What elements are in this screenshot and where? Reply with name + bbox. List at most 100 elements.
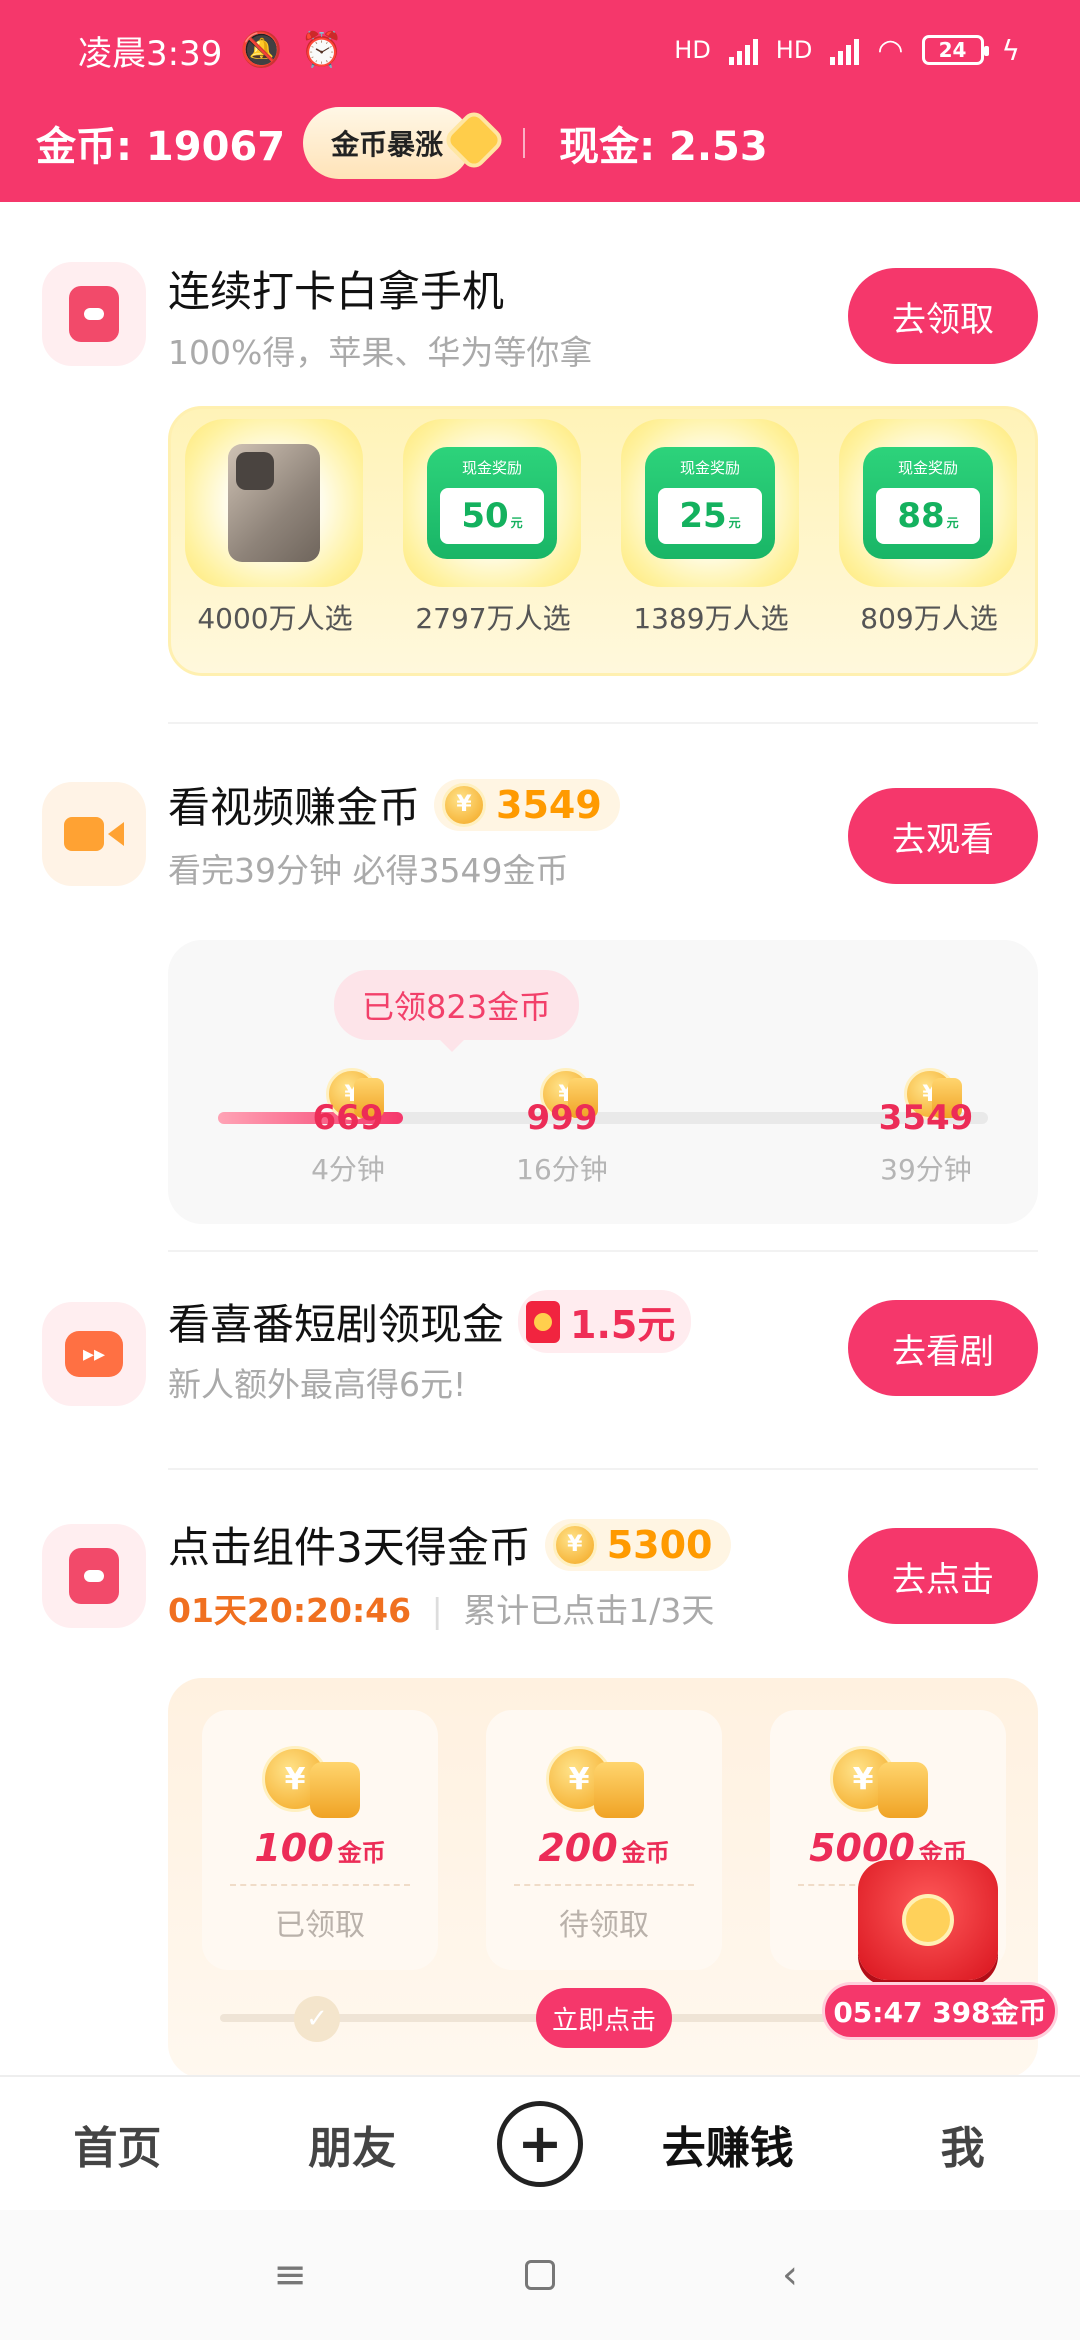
milestone-value: 3549: [878, 1098, 974, 1138]
gift-box-icon: [42, 1524, 146, 1628]
task-checkin: 连续打卡白拿手机 100%得，苹果、华为等你拿 去领取 4000万人选 现金奖励…: [0, 202, 1080, 722]
back-icon[interactable]: ‹: [770, 2252, 810, 2298]
prize-votes: 2797万人选: [415, 602, 571, 635]
prize-options: 4000万人选 现金奖励 50 元 2797万人选 现金奖励 25 元 1389万人…: [168, 406, 1038, 676]
cash-label: 现金奖励: [679, 459, 740, 477]
tab-earn[interactable]: 去赚钱: [638, 2112, 818, 2176]
coin-stack-icon: ¥: [202, 1736, 438, 1826]
header-divider: [523, 128, 526, 158]
milestone-time: 4分钟: [311, 1153, 385, 1186]
watch-button[interactable]: 去观看: [848, 788, 1038, 884]
claimed-bubble: 已领823金币: [334, 970, 580, 1052]
reward-amount: 200: [538, 1826, 618, 1870]
top-header: 凌晨3:39 🔕 ⏰ HD HD ◠ 24 ϟ 金币: 19067 金币暴涨 现…: [0, 0, 1080, 202]
cash-reward-value: 1.5元: [570, 1303, 676, 1347]
countdown-timer: 01天20:20:46: [168, 1591, 412, 1630]
tab-me[interactable]: 我: [873, 2112, 1053, 2176]
cash-unit: 元: [728, 515, 741, 530]
coin-stack-icon: ¥: [486, 1736, 722, 1826]
click-widget-button[interactable]: 去点击: [848, 1528, 1038, 1624]
prize-cash-88[interactable]: 现金奖励 88 元 809万人选: [839, 419, 1019, 637]
milestone-2: ¥ 999 16分钟: [502, 1068, 622, 1188]
prize-votes: 1389万人选: [633, 602, 789, 635]
network-label-1: HD: [674, 36, 711, 64]
cash-ticket-icon: 现金奖励 25 元: [645, 447, 775, 559]
battery-icon: 24: [921, 35, 989, 65]
cash-ticket-icon: 现金奖励 50 元: [427, 447, 557, 559]
milestone-time: 16分钟: [516, 1153, 608, 1186]
task-title: 看视频赚金币 ¥3549: [168, 774, 620, 835]
cash-amount: 25: [679, 496, 727, 536]
gift-box-icon: [42, 262, 146, 366]
prize-phone[interactable]: 4000万人选: [185, 419, 365, 637]
coin-reward-value: 3549: [496, 782, 602, 827]
network-label-2: HD: [775, 36, 813, 64]
system-nav-bar: ≡ ‹: [0, 2210, 1080, 2340]
coin-stack-icon: ¥: [770, 1736, 1006, 1826]
play-icon: ▸▸: [42, 1302, 146, 1406]
reward-status: 已领取: [275, 1908, 365, 1943]
reward-status: 待领取: [559, 1908, 649, 1943]
reward-unit: 金币: [337, 1839, 386, 1867]
milestone-1: ¥ 669 4分钟: [288, 1068, 408, 1188]
earn-page: 凌晨3:39 🔕 ⏰ HD HD ◠ 24 ϟ 金币: 19067 金币暴涨 现…: [0, 0, 1080, 2340]
milestone-value: 999: [526, 1098, 598, 1138]
home-square-icon[interactable]: [520, 2255, 560, 2295]
gift-chest-icon[interactable]: [848, 1840, 1008, 1990]
prize-cash-25[interactable]: 现金奖励 25 元 1389万人选: [621, 419, 801, 637]
task-subtitle: 看完39分钟 必得3549金币: [168, 851, 569, 890]
status-bar: 凌晨3:39 🔕 ⏰ HD HD ◠ 24 ϟ: [78, 22, 1020, 78]
task-title: 点击组件3天得金币 ¥5300: [168, 1514, 731, 1575]
coin-boost-label: 金币暴涨: [331, 128, 444, 161]
video-camera-icon: [42, 782, 146, 886]
coin-icon: ¥: [442, 782, 487, 827]
coin-reward-badge: ¥5300: [544, 1518, 731, 1571]
task-subtitle: 01天20:20:46 | 累计已点击1/3天: [168, 1591, 715, 1630]
task-list: 连续打卡白拿手机 100%得，苹果、华为等你拿 去领取 4000万人选 现金奖励…: [0, 202, 1080, 2075]
claim-button[interactable]: 去领取: [848, 268, 1038, 364]
plus-icon[interactable]: +: [496, 2100, 583, 2187]
tab-home[interactable]: 首页: [27, 2112, 207, 2176]
coin-boost-button[interactable]: 金币暴涨: [303, 107, 501, 179]
tab-friends[interactable]: 朋友: [262, 2112, 442, 2176]
task-title: 连续打卡白拿手机: [168, 267, 505, 316]
cash-balance[interactable]: 现金: 2.53: [559, 114, 768, 172]
up-arrow-icon: [447, 113, 501, 167]
signal-icon: [728, 35, 758, 65]
reward-amount: 100: [254, 1826, 334, 1870]
task-title-text: 点击组件3天得金币: [168, 1523, 531, 1572]
menu-icon[interactable]: ≡: [270, 2252, 310, 2298]
cash-unit: 元: [946, 515, 959, 530]
click-now-button[interactable]: 立即点击: [536, 1988, 672, 2048]
prize-votes: 4000万人选: [197, 602, 353, 635]
milestone-3: ¥ 3549 39分钟: [866, 1068, 986, 1188]
task-subtitle: 100%得，苹果、华为等你拿: [168, 333, 593, 372]
status-time: 凌晨3:39: [78, 33, 223, 74]
coin-balance[interactable]: 金币: 19067: [36, 114, 285, 172]
signal-icon-2: [830, 35, 860, 65]
video-progress-card: 已领823金币 ¥ 669 4分钟 ¥ 999 16分钟 ¥ 3549 39分钟: [168, 940, 1038, 1224]
cash-amount: 50: [461, 496, 509, 536]
check-icon: ✓: [294, 1996, 340, 2042]
milestone-value: 669: [312, 1098, 384, 1138]
coin-icon: ¥: [552, 1522, 597, 1567]
cash-ticket-icon: 现金奖励 88 元: [863, 447, 993, 559]
alarm-icon: ⏰: [300, 30, 344, 70]
reward-unit: 金币: [621, 1839, 670, 1867]
mute-icon: 🔕: [240, 30, 283, 70]
prize-votes: 809万人选: [860, 602, 998, 635]
balance-bar: 金币: 19067 金币暴涨 现金: 2.53: [36, 100, 768, 186]
coin-reward-value: 5300: [606, 1522, 713, 1567]
cash-amount: 88: [897, 496, 945, 536]
wifi-icon: ◠: [877, 32, 904, 68]
chest-timer-badge[interactable]: 05:47 398金币: [822, 1982, 1058, 2040]
prize-cash-50[interactable]: 现金奖励 50 元 2797万人选: [403, 419, 583, 637]
battery-level: 24: [938, 38, 967, 62]
watch-drama-button[interactable]: 去看剧: [848, 1300, 1038, 1396]
cash-label: 现金奖励: [897, 459, 958, 477]
task-subtitle: 新人额外最高得6元!: [168, 1365, 467, 1404]
reward-day-2: ¥ 200 金币 待领取: [486, 1710, 722, 1970]
coin-reward-badge: ¥3549: [434, 778, 620, 831]
task-video: 看视频赚金币 ¥3549 看完39分钟 必得3549金币 去观看 已领823金币…: [0, 722, 1080, 1224]
task-title: 看喜番短剧领现金 1.5元: [168, 1290, 692, 1353]
